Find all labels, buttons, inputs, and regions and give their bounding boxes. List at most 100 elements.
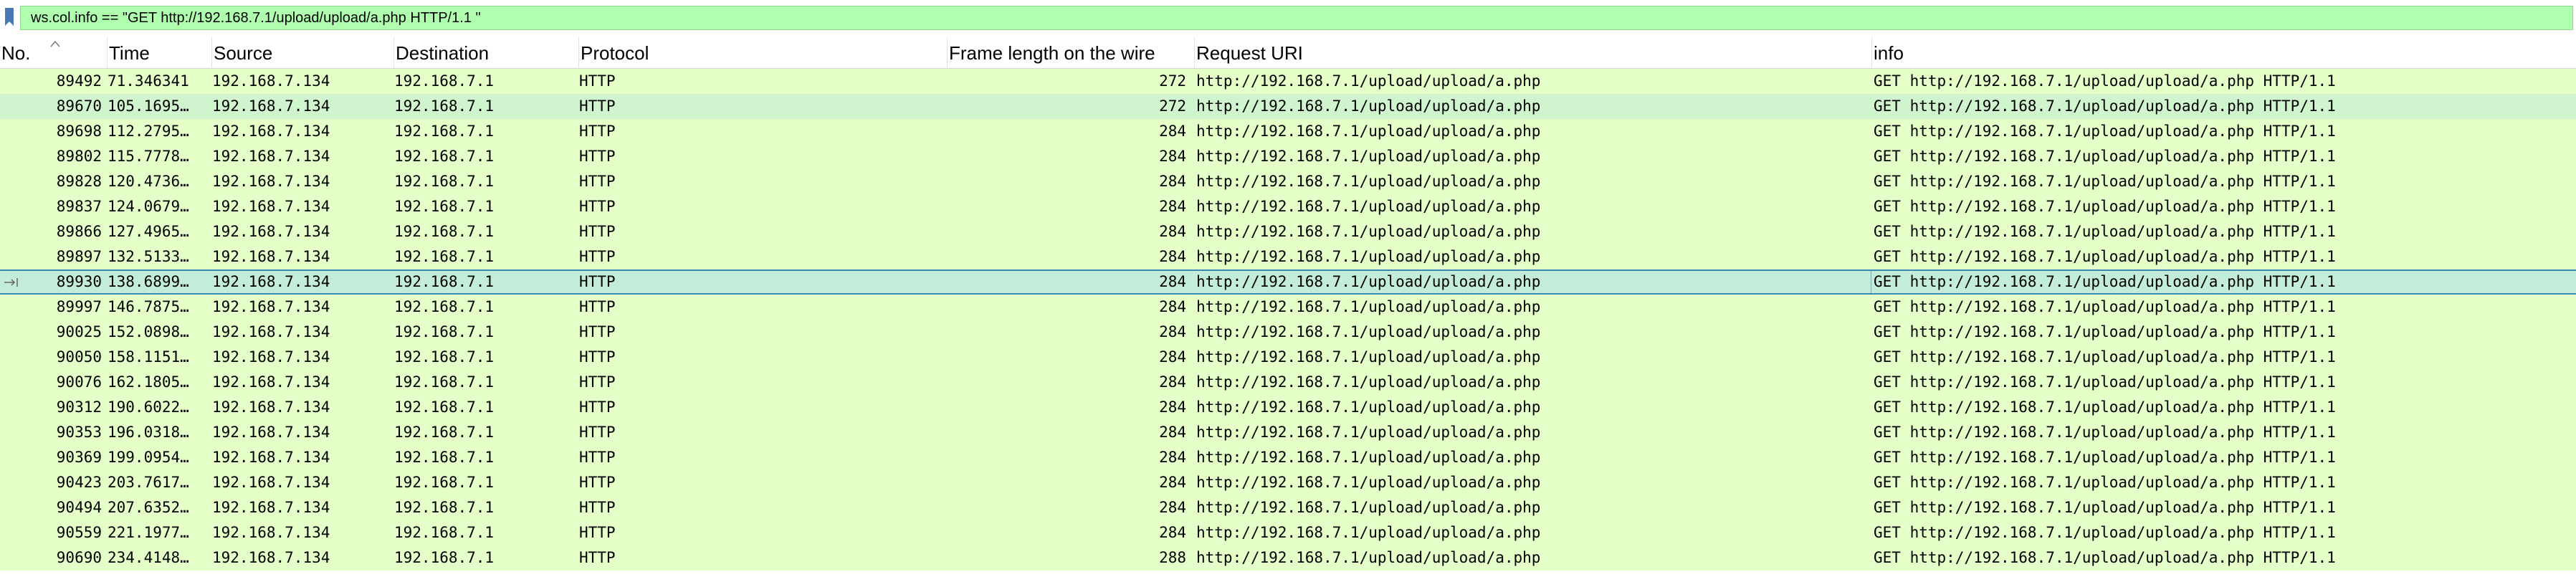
packet-info: GET http://192.168.7.1/upload/upload/a.p… (1874, 173, 2336, 190)
packet-row[interactable]: 90369 199.0954… 192.168.7.134 192.168.7.1 HT… (0, 445, 2576, 470)
sort-ascending-icon (50, 40, 60, 47)
display-filter-input[interactable]: ws.col.info == "GET http://192.168.7.1/u… (20, 6, 2573, 30)
packet-destination: 192.168.7.1 (394, 348, 495, 366)
packet-destination: 192.168.7.1 (394, 223, 495, 240)
packet-frame-length: 284 (1159, 148, 1186, 165)
packet-frame-length: 284 (1159, 298, 1186, 315)
packet-frame-length: 284 (1159, 474, 1186, 491)
packet-number: 90690 (56, 549, 102, 566)
packet-source: 192.168.7.134 (212, 97, 330, 115)
packet-info: GET http://192.168.7.1/upload/upload/a.p… (1874, 273, 2336, 290)
packet-destination: 192.168.7.1 (394, 298, 495, 315)
packet-info: GET http://192.168.7.1/upload/upload/a.p… (1874, 148, 2336, 165)
packet-row[interactable]: 89492 71.346341 192.168.7.134 192.168.7.1 HT… (0, 69, 2576, 94)
packet-source: 192.168.7.134 (212, 424, 330, 441)
packet-frame-length: 284 (1159, 499, 1186, 516)
packet-info: GET http://192.168.7.1/upload/upload/a.p… (1874, 298, 2336, 315)
packet-info: GET http://192.168.7.1/upload/upload/a.p… (1874, 424, 2336, 441)
packet-request-uri: http://192.168.7.1/upload/upload/a.php (1196, 348, 1541, 366)
column-header-frame-length[interactable]: Frame length on the wire (948, 37, 1195, 69)
packet-number: 90423 (56, 474, 102, 491)
packet-info: GET http://192.168.7.1/upload/upload/a.p… (1874, 524, 2336, 541)
column-header-request-uri[interactable]: Request URI (1195, 37, 1872, 69)
packet-row[interactable]: 89866 127.4965… 192.168.7.134 192.168.7.1 HT… (0, 219, 2576, 244)
packet-number: 89802 (56, 148, 102, 165)
packet-list-header: No. Time Source Destination Protocol Fra… (0, 37, 2576, 69)
packet-row[interactable]: 89670 105.1695… 192.168.7.134 192.168.7.1 HT… (0, 94, 2576, 119)
packet-source: 192.168.7.134 (212, 298, 330, 315)
packet-protocol: HTTP (579, 273, 616, 290)
packet-row[interactable]: 90494 207.6352… 192.168.7.134 192.168.7.1 HT… (0, 495, 2576, 520)
packet-destination: 192.168.7.1 (394, 173, 495, 190)
column-header-source[interactable]: Source (212, 37, 394, 69)
packet-time: 127.4965… (108, 223, 189, 240)
packet-frame-length: 284 (1159, 223, 1186, 240)
packet-row[interactable]: 90312 190.6022… 192.168.7.134 192.168.7.1 HT… (0, 395, 2576, 420)
packet-frame-length: 284 (1159, 123, 1186, 140)
packet-protocol: HTTP (579, 298, 616, 315)
packet-info: GET http://192.168.7.1/upload/upload/a.p… (1874, 373, 2336, 391)
column-header-destination[interactable]: Destination (394, 37, 579, 69)
packet-request-uri: http://192.168.7.1/upload/upload/a.php (1196, 399, 1541, 416)
packet-row[interactable]: 90423 203.7617… 192.168.7.134 192.168.7.1 HT… (0, 470, 2576, 495)
packet-request-uri: http://192.168.7.1/upload/upload/a.php (1196, 148, 1541, 165)
packet-row[interactable]: 89802 115.7778… 192.168.7.134 192.168.7.1 HT… (0, 144, 2576, 169)
packet-protocol: HTTP (579, 72, 616, 90)
packet-list[interactable]: 89492 71.346341 192.168.7.134 192.168.7.1 HT… (0, 69, 2576, 587)
packet-row[interactable]: 90076 162.1805… 192.168.7.134 192.168.7.1 HT… (0, 370, 2576, 395)
packet-source: 192.168.7.134 (212, 449, 330, 466)
bookmark-icon[interactable] (3, 7, 16, 27)
packet-time: 234.4148… (108, 549, 189, 566)
packet-row[interactable]: 89897 132.5133… 192.168.7.134 192.168.7.1 HT… (0, 244, 2576, 269)
packet-destination: 192.168.7.1 (394, 123, 495, 140)
packet-protocol: HTTP (579, 549, 616, 566)
packet-destination: 192.168.7.1 (394, 499, 495, 516)
packet-info: GET http://192.168.7.1/upload/upload/a.p… (1874, 97, 2336, 115)
packet-info: GET http://192.168.7.1/upload/upload/a.p… (1874, 399, 2336, 416)
packet-source: 192.168.7.134 (212, 474, 330, 491)
packet-destination: 192.168.7.1 (394, 399, 495, 416)
packet-row[interactable]: 90050 158.1151… 192.168.7.134 192.168.7.1 HT… (0, 345, 2576, 370)
packet-frame-length: 284 (1159, 323, 1186, 340)
packet-source: 192.168.7.134 (212, 524, 330, 541)
column-header-info[interactable]: info (1872, 37, 2576, 69)
packet-row[interactable]: 89828 120.4736… 192.168.7.134 192.168.7.1 HT… (0, 169, 2576, 194)
packet-request-uri: http://192.168.7.1/upload/upload/a.php (1196, 424, 1541, 441)
packet-frame-length: 284 (1159, 248, 1186, 265)
column-header-no-label: No. (1, 42, 31, 64)
packet-request-uri: http://192.168.7.1/upload/upload/a.php (1196, 298, 1541, 315)
packet-protocol: HTTP (579, 524, 616, 541)
packet-destination: 192.168.7.1 (394, 248, 495, 265)
packet-time: 112.2795… (108, 123, 189, 140)
packet-destination: 192.168.7.1 (394, 97, 495, 115)
packet-row[interactable]: 90559 221.1977… 192.168.7.134 192.168.7.1 HT… (0, 520, 2576, 545)
packet-row[interactable]: 90690 234.4148… 192.168.7.134 192.168.7.1 HT… (0, 545, 2576, 571)
column-header-no[interactable]: No. (0, 37, 108, 69)
packet-number: 89897 (56, 248, 102, 265)
packet-protocol: HTTP (579, 399, 616, 416)
packet-row[interactable]: 90025 152.0898… 192.168.7.134 192.168.7.1 HT… (0, 320, 2576, 345)
packet-frame-length: 284 (1159, 273, 1186, 290)
packet-request-uri: http://192.168.7.1/upload/upload/a.php (1196, 499, 1541, 516)
packet-info: GET http://192.168.7.1/upload/upload/a.p… (1874, 348, 2336, 366)
packet-protocol: HTTP (579, 97, 616, 115)
column-header-protocol[interactable]: Protocol (579, 37, 948, 69)
packet-destination: 192.168.7.1 (394, 198, 495, 215)
packet-row[interactable]: 89837 124.0679… 192.168.7.134 192.168.7.1 HT… (0, 194, 2576, 219)
packet-destination: 192.168.7.1 (394, 424, 495, 441)
packet-time: 132.5133… (108, 248, 189, 265)
packet-protocol: HTTP (579, 474, 616, 491)
packet-time: 115.7778… (108, 148, 189, 165)
packet-frame-length: 284 (1159, 348, 1186, 366)
packet-row[interactable]: 90353 196.0318… 192.168.7.134 192.168.7.1 HT… (0, 420, 2576, 445)
packet-row[interactable]: 89698 112.2795… 192.168.7.134 192.168.7.1 HT… (0, 119, 2576, 144)
packet-number: 89828 (56, 173, 102, 190)
packet-number: 90559 (56, 524, 102, 541)
packet-frame-length: 284 (1159, 424, 1186, 441)
packet-time: 146.7875… (108, 298, 189, 315)
packet-row[interactable]: 89997 146.7875… 192.168.7.134 192.168.7.1 HT… (0, 295, 2576, 320)
column-header-time[interactable]: Time (108, 37, 212, 69)
packet-request-uri: http://192.168.7.1/upload/upload/a.php (1196, 198, 1541, 215)
packet-source: 192.168.7.134 (212, 373, 330, 391)
packet-row[interactable]: 89930 138.6899… 192.168.7.134 192.168.7.1 HT… (0, 269, 2576, 295)
